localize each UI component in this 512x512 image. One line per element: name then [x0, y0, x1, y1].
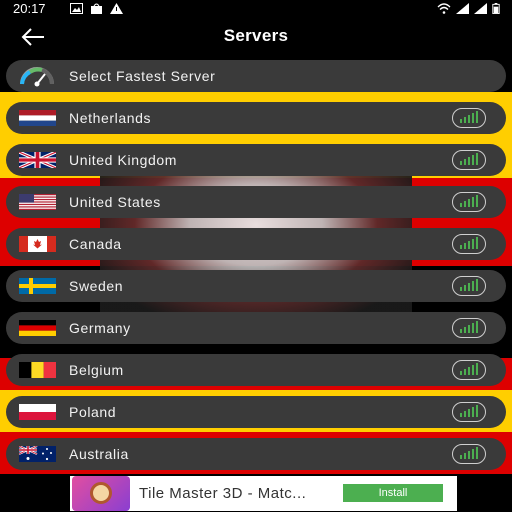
signal-icon: [452, 402, 486, 422]
server-label: Germany: [69, 320, 131, 336]
signal-icon: [452, 444, 486, 464]
server-label: Canada: [69, 236, 122, 252]
server-label: Sweden: [69, 278, 124, 294]
install-button[interactable]: Install: [343, 484, 443, 502]
server-united-kingdom[interactable]: United Kingdom: [6, 144, 506, 176]
wifi-icon: [437, 3, 451, 14]
signal-strength-icon-2: [474, 3, 487, 14]
signal-strength-icon: [456, 3, 469, 14]
battery-icon: [492, 3, 500, 14]
server-list[interactable]: Select Fastest Server Netherlands United…: [0, 56, 512, 474]
poland-flag-icon: [19, 404, 56, 420]
system-icons: [437, 3, 500, 14]
signal-icon: [452, 276, 486, 296]
germany-flag-icon: [19, 320, 56, 336]
server-united-states[interactable]: United States: [6, 186, 506, 218]
server-label: United Kingdom: [69, 152, 178, 168]
speedometer-icon: [20, 67, 54, 87]
signal-icon: [452, 192, 486, 212]
server-poland[interactable]: Poland: [6, 396, 506, 428]
united-kingdom-flag-icon: [19, 152, 56, 168]
server-germany[interactable]: Germany: [6, 312, 506, 344]
signal-icon: [452, 150, 486, 170]
sweden-flag-icon: [19, 278, 56, 294]
signal-icon: [452, 108, 486, 128]
notification-icons: [70, 3, 123, 14]
canada-flag-icon: [19, 236, 56, 252]
australia-flag-icon: [19, 446, 56, 462]
signal-icon: [452, 318, 486, 338]
server-belgium[interactable]: Belgium: [6, 354, 506, 386]
warning-icon: [110, 3, 123, 14]
server-sweden[interactable]: Sweden: [6, 270, 506, 302]
server-canada[interactable]: Canada: [6, 228, 506, 260]
ad-content[interactable]: Tile Master 3D - Matc... Install: [70, 476, 457, 511]
server-label: Belgium: [69, 362, 124, 378]
shopping-bag-icon: [91, 3, 102, 14]
server-label: United States: [69, 194, 161, 210]
status-time: 20:17: [13, 1, 46, 16]
server-australia[interactable]: Australia: [6, 438, 506, 470]
ad-title: Tile Master 3D - Matc...: [139, 485, 307, 502]
page-title: Servers: [223, 26, 289, 45]
server-label: Netherlands: [69, 110, 152, 126]
status-bar: 20:17: [0, 0, 512, 18]
ad-banner: Tile Master 3D - Matc... Install: [0, 474, 512, 512]
belgium-flag-icon: [19, 362, 56, 378]
signal-icon: [452, 234, 486, 254]
cake-icon: [90, 482, 112, 504]
server-label: Australia: [69, 446, 129, 462]
ad-app-icon: [72, 476, 130, 511]
netherlands-flag-icon: [19, 110, 56, 126]
image-icon: [70, 3, 83, 14]
app-bar: Servers: [0, 18, 512, 56]
select-fastest-server-button[interactable]: Select Fastest Server: [6, 60, 506, 92]
server-netherlands[interactable]: Netherlands: [6, 102, 506, 134]
united-states-flag-icon: [19, 194, 56, 210]
server-label: Poland: [69, 404, 117, 420]
fastest-server-label: Select Fastest Server: [69, 68, 216, 84]
signal-icon: [452, 360, 486, 380]
